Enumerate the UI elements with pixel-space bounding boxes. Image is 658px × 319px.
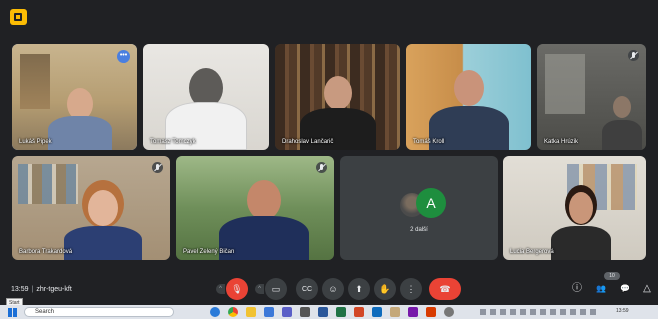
onenote-icon[interactable] [408, 307, 418, 317]
more-options-button[interactable]: ⋮ [400, 278, 422, 300]
participant-name: Lukáš Pipek [19, 139, 52, 145]
people-icon[interactable]: 👥 [594, 282, 608, 296]
chrome-icon[interactable] [228, 307, 238, 317]
participant-video [299, 70, 376, 150]
meet-logo-icon[interactable] [10, 9, 27, 25]
participant-tile[interactable]: Katka Hrúzik [537, 44, 646, 150]
store-icon[interactable] [300, 307, 310, 317]
participant-name: Drahoslav Lančarič [282, 139, 334, 145]
mic-muted-icon [316, 162, 327, 173]
outlook-icon[interactable] [372, 307, 382, 317]
participant-name: Pavel Zelený Bičan [183, 249, 235, 255]
participant-name: Lucia Bergerová [510, 249, 554, 255]
present-button[interactable]: ⬆ [348, 278, 370, 300]
settings-icon[interactable] [444, 307, 454, 317]
mic-off-icon: 🎙 [231, 283, 243, 294]
tray-clock[interactable]: 13:59 [616, 308, 629, 314]
call-controls: ^ 🎙 ^ ▭ CC ☺ ⬆ ✋ ⋮ ☎ [0, 278, 658, 302]
file-explorer-icon[interactable] [246, 307, 256, 317]
participant-name: Tomáš Kroll [413, 139, 445, 145]
captions-button[interactable]: CC [296, 278, 318, 300]
more-vert-icon: ⋮ [406, 283, 416, 294]
windows-taskbar: Search 13:59 [0, 305, 658, 319]
others-avatar-group: A [389, 188, 449, 220]
participant-video [165, 64, 247, 150]
chat-icon[interactable]: 💬 [618, 282, 632, 296]
present-icon: ⬆ [355, 283, 363, 294]
others-count-label: 2 další [410, 227, 428, 233]
others-avatar-letter: A [416, 188, 446, 218]
others-tile[interactable]: A 2 další [340, 156, 498, 260]
edge-browser-icon[interactable] [210, 307, 220, 317]
activities-icon[interactable]: △ [640, 282, 654, 296]
camera-icon: ▭ [271, 283, 281, 294]
participant-tile[interactable]: Tomasz Tomczyk [143, 44, 269, 150]
participant-name: Tomasz Tomczyk [150, 139, 196, 145]
tile-more-options-button[interactable]: ••• [117, 50, 130, 63]
taskbar-search-input[interactable]: Search [24, 307, 174, 317]
participant-name: Barbora Trakardová [19, 249, 73, 255]
mail-icon[interactable] [264, 307, 274, 317]
camera-button[interactable]: ▭ [265, 278, 287, 300]
emoji-icon: ☺ [328, 284, 338, 294]
hand-icon: ✋ [379, 283, 391, 294]
emoji-button[interactable]: ☺ [322, 278, 344, 300]
photos-icon[interactable] [426, 307, 436, 317]
mic-muted-icon [152, 162, 163, 173]
mic-options-caret-icon[interactable]: ^ [216, 284, 225, 294]
participant-tile[interactable]: ••• Lukáš Pipek [12, 44, 137, 150]
participant-tile[interactable]: Pavel Zelený Bičan [176, 156, 334, 260]
captions-icon: CC [301, 285, 313, 293]
phone-hangup-icon: ☎ [439, 283, 451, 294]
participant-name: Katka Hrúzik [544, 139, 579, 145]
tray-icons [480, 309, 600, 315]
teams-icon[interactable] [282, 307, 292, 317]
participant-video [45, 80, 115, 150]
meet-app-icon[interactable] [390, 307, 400, 317]
participant-video [601, 90, 642, 150]
word-icon[interactable] [318, 307, 328, 317]
participants-count-badge: 10 [604, 272, 620, 280]
raise-hand-button[interactable]: ✋ [374, 278, 396, 300]
participant-tile[interactable]: Barbora Trakardová [12, 156, 170, 260]
windows-start-icon[interactable] [8, 308, 17, 317]
info-icon[interactable]: ⓘ [570, 282, 584, 296]
camera-options-caret-icon[interactable]: ^ [255, 284, 264, 294]
mic-muted-icon [628, 50, 639, 61]
window-decor [545, 54, 585, 114]
leave-call-button[interactable]: ☎ [429, 278, 461, 300]
mic-off-button[interactable]: 🎙 [226, 278, 248, 300]
meet-window: ••• Lukáš Pipek Tomasz Tomczyk Drahoslav… [0, 0, 658, 319]
participant-tile[interactable]: Drahoslav Lančarič [275, 44, 400, 150]
participant-video [550, 186, 611, 260]
participant-tile[interactable]: Lucia Bergerová [503, 156, 646, 260]
participant-tile[interactable]: Tomáš Kroll [406, 44, 531, 150]
powerpoint-icon[interactable] [354, 307, 364, 317]
participant-video [428, 66, 509, 150]
participant-video [219, 176, 309, 260]
excel-icon[interactable] [336, 307, 346, 317]
participant-video [63, 186, 143, 260]
